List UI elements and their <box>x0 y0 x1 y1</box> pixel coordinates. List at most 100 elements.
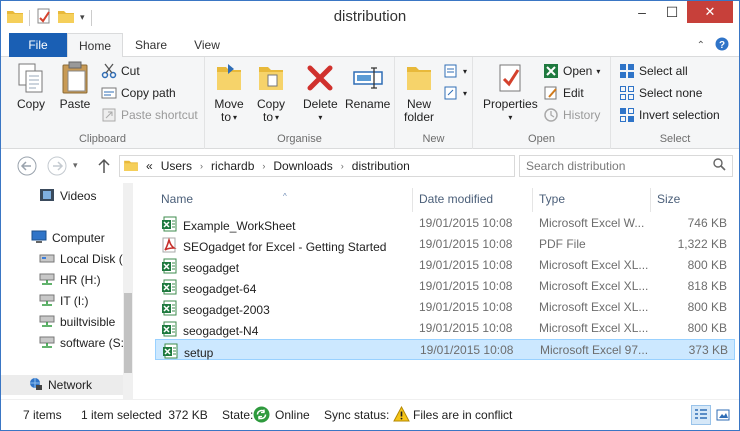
open-button[interactable]: Open ▾ <box>543 61 600 81</box>
copy-label: Copy <box>16 97 45 111</box>
state-value: Online <box>275 408 310 422</box>
new-folder-qat-icon[interactable] <box>58 9 74 26</box>
help-icon[interactable]: ? <box>715 37 729 54</box>
file-date: 19/01/2015 10:08 <box>420 343 514 357</box>
tab-share[interactable]: Share <box>125 33 177 57</box>
forward-arrow-icon <box>47 156 67 176</box>
move-to-button[interactable]: Move to ▾ <box>213 61 245 124</box>
properties-button[interactable]: Properties ▾ <box>483 61 538 124</box>
qat-dropdown-icon[interactable]: ▾ <box>80 12 85 23</box>
maximize-button[interactable]: ☐ <box>657 1 687 23</box>
table-row[interactable]: SEOgadget for Excel - Getting Started 19/… <box>155 234 735 255</box>
search-input[interactable] <box>526 159 706 173</box>
collapse-ribbon-icon[interactable]: ⌃ <box>697 40 705 51</box>
table-row[interactable]: Example_WorkSheet 19/01/2015 10:08 Microso… <box>155 213 735 234</box>
breadcrumb-richardb[interactable]: richardb <box>211 159 254 173</box>
file-type: PDF File <box>539 237 586 251</box>
nav-label-hr-drive: HR (H:) <box>60 273 101 287</box>
easy-access-button[interactable]: ▾ <box>443 83 467 103</box>
delete-button[interactable]: Delete ▾ <box>303 61 338 124</box>
network-drive-icon <box>39 314 55 331</box>
excel-icon <box>161 321 177 340</box>
table-row[interactable]: seogadget-N4 19/01/2015 10:08 Microsoft Ex… <box>155 318 735 339</box>
up-button[interactable] <box>97 158 111 174</box>
properties-dropdown-icon: ▾ <box>508 113 513 122</box>
nav-item-hr-drive[interactable]: HR (H:) <box>39 270 101 290</box>
easy-access-icon <box>443 85 459 101</box>
file-size: 800 KB <box>687 321 727 335</box>
file-date: 19/01/2015 10:08 <box>419 279 513 293</box>
select-all-button[interactable]: Select all <box>619 61 688 81</box>
copy-to-button[interactable]: Copy to ▾ <box>255 61 287 124</box>
nav-item-computer[interactable]: Computer <box>31 228 105 248</box>
tab-home[interactable]: Home <box>67 33 123 58</box>
properties-qat-icon[interactable] <box>36 8 52 27</box>
nav-label-network: Network <box>48 378 93 392</box>
edit-button[interactable]: Edit <box>543 83 584 103</box>
nav-item-local-disk[interactable]: Local Disk ( <box>39 249 123 269</box>
breadcrumb-distribution[interactable]: distribution <box>352 159 410 173</box>
paste-shortcut-button[interactable]: Paste shortcut <box>101 105 198 125</box>
nav-item-software-drive[interactable]: software (S: <box>39 333 124 353</box>
column-header-size[interactable]: Size <box>651 188 735 212</box>
recent-locations-button[interactable]: ▾ <box>73 160 78 171</box>
open-group-label: Open <box>528 133 555 145</box>
file-size: 746 KB <box>687 216 727 230</box>
new-folder-button[interactable]: New folder <box>403 61 435 124</box>
scrollbar-thumb[interactable] <box>124 293 132 373</box>
close-button[interactable]: ✕ <box>687 1 733 23</box>
nav-item-it-drive[interactable]: IT (I:) <box>39 291 88 311</box>
tab-view[interactable]: View <box>181 33 233 57</box>
nav-pane-scrollbar[interactable] <box>123 183 133 399</box>
column-header-type[interactable]: Type <box>533 188 651 212</box>
copy-path-button[interactable]: Copy path <box>101 83 176 103</box>
forward-button[interactable] <box>47 156 67 176</box>
invert-selection-button[interactable]: Invert selection <box>619 105 720 125</box>
file-name: seogadget-64 <box>183 281 257 296</box>
move-to-icon <box>213 61 245 95</box>
properties-icon <box>494 61 526 95</box>
edit-icon <box>543 85 559 101</box>
chevron-right-icon[interactable]: › <box>262 161 265 171</box>
drive-icon <box>39 251 55 268</box>
svg-text:?: ? <box>719 40 725 51</box>
details-view-button[interactable] <box>691 405 711 425</box>
address-bar[interactable]: « Users › richardb › Downloads › distrib… <box>119 155 515 177</box>
history-button[interactable]: History <box>543 105 600 125</box>
select-none-label: Select none <box>639 86 703 100</box>
column-header-date[interactable]: Date modified <box>413 188 533 212</box>
item-count: 7 items <box>23 408 62 422</box>
copy-button[interactable]: Copy <box>15 61 47 111</box>
search-icon[interactable] <box>713 158 726 174</box>
nav-item-builtvisible[interactable]: builtvisible <box>39 312 115 332</box>
rename-button[interactable]: Rename <box>345 61 390 111</box>
file-size: 800 KB <box>687 258 727 272</box>
tab-file[interactable]: File <box>9 33 67 57</box>
table-row[interactable]: setup 19/01/2015 10:08 Microsoft Excel 97.… <box>155 339 735 360</box>
cut-button[interactable]: Cut <box>101 61 140 81</box>
back-button[interactable] <box>17 156 37 176</box>
table-row[interactable]: seogadget 19/01/2015 10:08 Microsoft Excel… <box>155 255 735 276</box>
nav-item-network[interactable]: Network <box>1 375 123 395</box>
minimize-button[interactable]: – <box>627 1 657 23</box>
select-none-button[interactable]: Select none <box>619 83 702 103</box>
column-header-name[interactable]: ^ Name <box>155 188 413 212</box>
file-list: ^ Name Date modified Type Size Example_W… <box>149 183 739 399</box>
new-item-button[interactable]: ▾ <box>443 61 467 81</box>
invert-selection-icon <box>619 107 635 123</box>
table-row[interactable]: seogadget-64 19/01/2015 10:08 Microsoft Ex… <box>155 276 735 297</box>
file-date: 19/01/2015 10:08 <box>419 321 513 335</box>
nav-item-videos[interactable]: Videos <box>39 186 96 206</box>
table-row[interactable]: seogadget-2003 19/01/2015 10:08 Microsoft … <box>155 297 735 318</box>
copy-to-icon <box>255 61 287 95</box>
paste-button[interactable]: Paste <box>59 61 91 111</box>
large-icons-view-button[interactable] <box>713 405 733 425</box>
breadcrumb-downloads[interactable]: Downloads <box>273 159 332 173</box>
selection-info: 1 item selected 372 KB <box>81 408 208 422</box>
breadcrumb-users[interactable]: Users <box>161 159 192 173</box>
chevron-right-icon[interactable]: › <box>341 161 344 171</box>
navigation-pane: Videos Computer Local Disk ( HR (H:) IT … <box>1 183 133 399</box>
navigation-bar: ▾ « Users › richardb › Downloads › distr… <box>1 149 739 183</box>
chevron-right-icon[interactable]: › <box>200 161 203 171</box>
breadcrumb-overflow[interactable]: « <box>146 159 153 173</box>
